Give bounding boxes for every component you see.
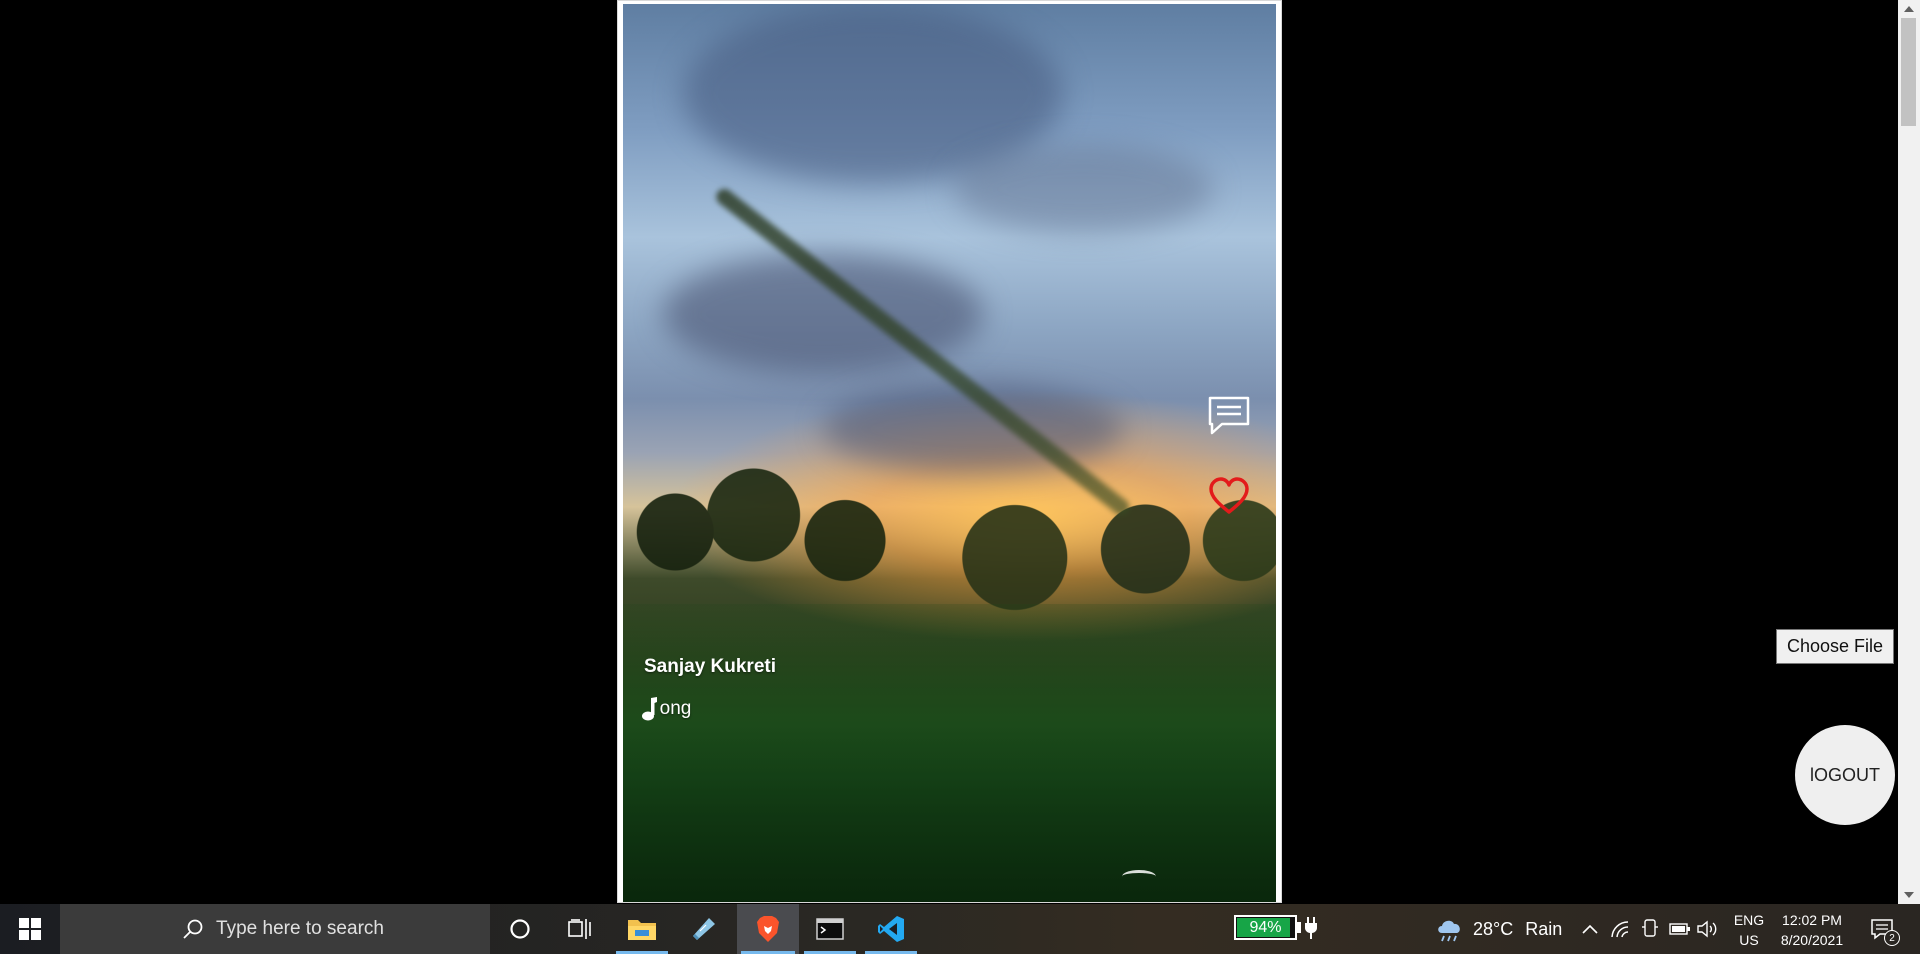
heart-outline-icon — [1209, 477, 1249, 514]
battery-icon — [1669, 923, 1690, 935]
meet-now-button[interactable] — [1636, 904, 1664, 954]
show-hidden-icons-button[interactable] — [1576, 904, 1604, 954]
power-button[interactable] — [1666, 904, 1694, 954]
song-label: Song — [660, 698, 692, 719]
video-card[interactable] — [617, 0, 1282, 903]
chevron-up-icon — [1582, 924, 1598, 934]
taskbar-search-box[interactable]: Type here to search — [60, 904, 490, 954]
scroll-thumb[interactable] — [1901, 18, 1916, 126]
clock-time: 12:02 PM — [1782, 912, 1842, 928]
action-center-button[interactable]: 2 — [1862, 904, 1902, 954]
video-player[interactable] — [623, 4, 1276, 902]
folder-icon — [628, 920, 656, 940]
network-button[interactable] — [1606, 904, 1634, 954]
clock[interactable]: 12:02 PM 8/20/2021 — [1770, 910, 1854, 950]
wifi-icon — [1611, 921, 1629, 938]
song-ticker: Song — [660, 698, 712, 720]
weather-temperature: 28°C — [1473, 918, 1514, 939]
search-placeholder: Type here to search — [216, 918, 384, 939]
scrollbar[interactable] — [1898, 0, 1920, 904]
task-view-icon — [568, 919, 591, 939]
scroll-up-arrow-icon[interactable] — [1898, 0, 1920, 18]
rain-cloud-icon — [1438, 920, 1460, 942]
battery-percent: 94% — [1249, 918, 1282, 936]
like-button[interactable] — [1206, 474, 1252, 518]
cortana-circle-icon — [510, 919, 530, 939]
notepad-icon — [693, 918, 715, 940]
task-view-button[interactable] — [550, 904, 610, 954]
terminal-button[interactable] — [800, 904, 860, 954]
app-window: Sanjay Kukreti Song Choose File lOGOUT — [0, 0, 1920, 904]
vscode-icon — [878, 916, 904, 942]
language-indicator[interactable]: ENG US — [1728, 910, 1770, 950]
battery-meter[interactable]: 94% — [1234, 915, 1297, 940]
comment-button[interactable] — [1206, 394, 1252, 438]
speaker-icon — [1697, 920, 1717, 938]
file-explorer-button[interactable] — [612, 904, 672, 954]
scroll-down-arrow-icon[interactable] — [1898, 886, 1920, 904]
choose-file-button[interactable]: Choose File — [1776, 629, 1894, 664]
windows-logo-icon — [19, 918, 41, 940]
phone-device-icon — [1642, 919, 1658, 937]
logout-button[interactable]: lOGOUT — [1795, 725, 1895, 825]
cortana-button[interactable] — [490, 904, 550, 954]
cloud-shape — [953, 144, 1213, 234]
clock-date: 8/20/2021 — [1780, 932, 1844, 948]
loading-indicator — [1122, 870, 1156, 883]
search-icon — [183, 919, 203, 939]
author-name[interactable]: Sanjay Kukreti — [644, 656, 776, 678]
plug-icon — [1304, 916, 1318, 945]
brave-lion-icon — [757, 916, 779, 942]
volume-button[interactable] — [1694, 904, 1722, 954]
music-note-icon — [642, 697, 657, 721]
terminal-icon — [816, 918, 844, 940]
language-region: US — [1739, 932, 1759, 948]
weather-condition: Rain — [1525, 918, 1563, 939]
notepad-button[interactable] — [674, 904, 734, 954]
brave-browser-button[interactable] — [737, 904, 799, 954]
comment-icon — [1208, 396, 1250, 435]
notification-count-badge: 2 — [1884, 930, 1900, 946]
language-code: ENG — [1733, 912, 1765, 928]
taskbar: Type here to search 94% 28°C Rain ENG US… — [0, 904, 1920, 954]
vscode-button[interactable] — [861, 904, 921, 954]
battery-nub — [1297, 922, 1301, 933]
grass-foreground — [623, 604, 1276, 902]
weather-widget[interactable]: 28°C Rain — [1435, 904, 1562, 954]
start-button[interactable] — [0, 904, 60, 954]
song-row[interactable]: Song — [640, 694, 712, 724]
